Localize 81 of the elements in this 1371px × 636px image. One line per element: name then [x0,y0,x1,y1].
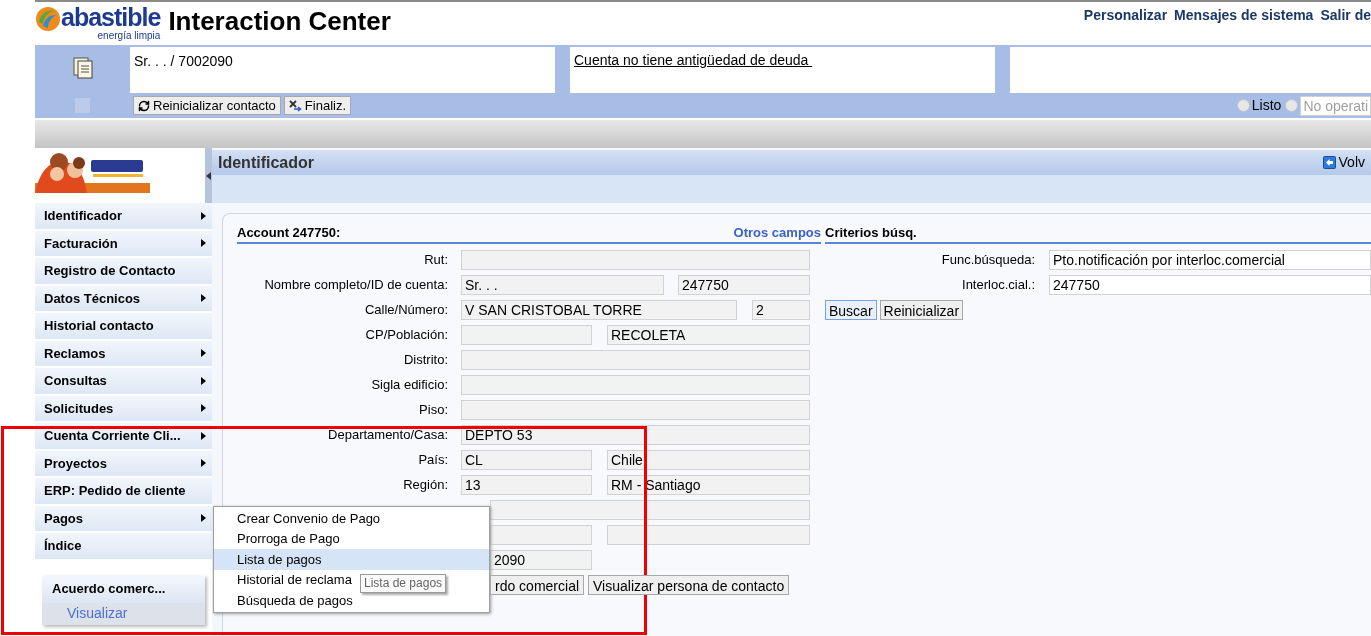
field-label: Región: [403,477,448,493]
field-label: Piso: [419,402,448,418]
brand-name: abastible [61,4,161,30]
back-link[interactable]: Volv [1322,152,1365,173]
refresh-icon [138,99,150,112]
nav-item[interactable]: Registro de Contacto [35,258,212,286]
logo-icon [35,6,61,32]
notes-icon [71,57,94,79]
input-field[interactable] [461,350,810,370]
input-field[interactable]: CL [461,450,592,470]
field-label: Nombre completo/ID de cuenta: [264,277,448,293]
nav-item[interactable]: Proyectos [35,450,212,478]
toolbar-button[interactable]: Reinicializar contacto [133,96,281,115]
input-field[interactable]: 2090 [490,550,592,570]
menu-item[interactable]: Búsqueda de pagos [214,590,489,611]
field-label: CP/Población: [365,327,448,343]
nav-item[interactable]: Solicitudes [35,395,212,423]
back-icon [1322,156,1336,169]
action-button[interactable]: Visualizar persona de contacto [588,575,790,595]
menu-item[interactable]: Prorroga de Pago [214,528,489,549]
field-label: Departamento/Casa: [328,427,448,443]
input-field[interactable]: V SAN CRISTOBAL TORRE [461,300,737,320]
search-button[interactable]: Buscar [825,300,877,320]
section-title: Criterios búsq. [825,223,917,242]
field-label: Distrito: [403,352,448,368]
nav-item[interactable]: Historial contacto [35,313,212,341]
input-field[interactable] [607,525,810,545]
nav-item[interactable]: Consultas [35,368,212,396]
nav-item[interactable]: Reclamos [35,340,212,368]
input-field[interactable]: Chile [607,450,810,470]
menu-item[interactable]: Lista de pagos [214,549,489,570]
nav-item[interactable]: Facturación [35,230,212,258]
other-fields-link[interactable]: Otros campos [733,222,821,242]
header-link[interactable]: Personalizar [1083,5,1168,26]
input-field[interactable]: Sr. . . [461,275,664,295]
header-link[interactable]: Salir de [1320,5,1371,26]
status-label: Listo [1251,96,1282,115]
page-title: Identificador [218,152,314,173]
input-field[interactable] [461,250,810,270]
nav-item[interactable]: Datos Técnicos [35,285,212,313]
search-button[interactable]: Reinicializar [879,300,964,320]
input-field[interactable] [490,500,810,520]
input-field[interactable] [490,525,592,545]
nav-item[interactable]: Cuenta Corriente Cli... [35,423,212,451]
field-label: Calle/Número: [364,302,448,318]
app-title: Interaction Center [168,5,391,38]
nav-item[interactable]: Índice [35,533,212,561]
input-field[interactable]: RM - Santiago [607,475,810,495]
alert-link[interactable]: Cuenta no tiene antigüedad de deuda [574,52,813,68]
field-label: Rut: [424,252,448,268]
field-label: Sigla edificio: [371,377,448,393]
input-field[interactable] [461,325,592,345]
input-field[interactable] [461,375,810,395]
field-label: Interloc.cial.: [962,277,1035,293]
status-radio[interactable] [1285,99,1299,112]
input-field[interactable]: Pto.notificación por interloc.comercial [1049,250,1371,270]
status-radio[interactable] [1236,99,1250,112]
input-field[interactable]: DEPTO 53 [461,425,810,445]
input-field[interactable]: 2 [752,300,810,320]
input-field[interactable]: 247750 [678,275,810,295]
section-title: Account 247750: [237,223,341,242]
header-link[interactable]: Mensajes de sistema [1174,5,1314,26]
toolbar-button[interactable]: Finaliz. [283,96,352,115]
customer-box: Sr. . . / 7002090 [130,47,555,93]
brand-tagline: energía limpia [97,30,161,41]
nav-item[interactable]: ERP: Pedido de cliente [35,478,212,506]
menu-item[interactable]: Crear Convenio de Pago [214,508,489,529]
nav-item[interactable]: Pagos [35,505,212,533]
nav-item[interactable]: Identificador [35,203,212,231]
action-button[interactable]: rdo comercial [490,575,585,595]
input-field[interactable]: 13 [461,475,592,495]
close-arrow-icon [288,99,302,112]
field-label: País: [418,452,448,468]
panel-title: Acuerdo comerc... [42,574,205,603]
input-field[interactable]: 247750 [1049,275,1371,295]
collapse-arrow-icon [206,171,211,180]
input-field[interactable]: RECOLETA [607,325,810,345]
field-label: Func.búsqueda: [941,252,1035,268]
input-field[interactable] [461,400,810,420]
tooltip: Lista de pagos [360,574,447,593]
collapse-handle[interactable] [205,148,212,203]
